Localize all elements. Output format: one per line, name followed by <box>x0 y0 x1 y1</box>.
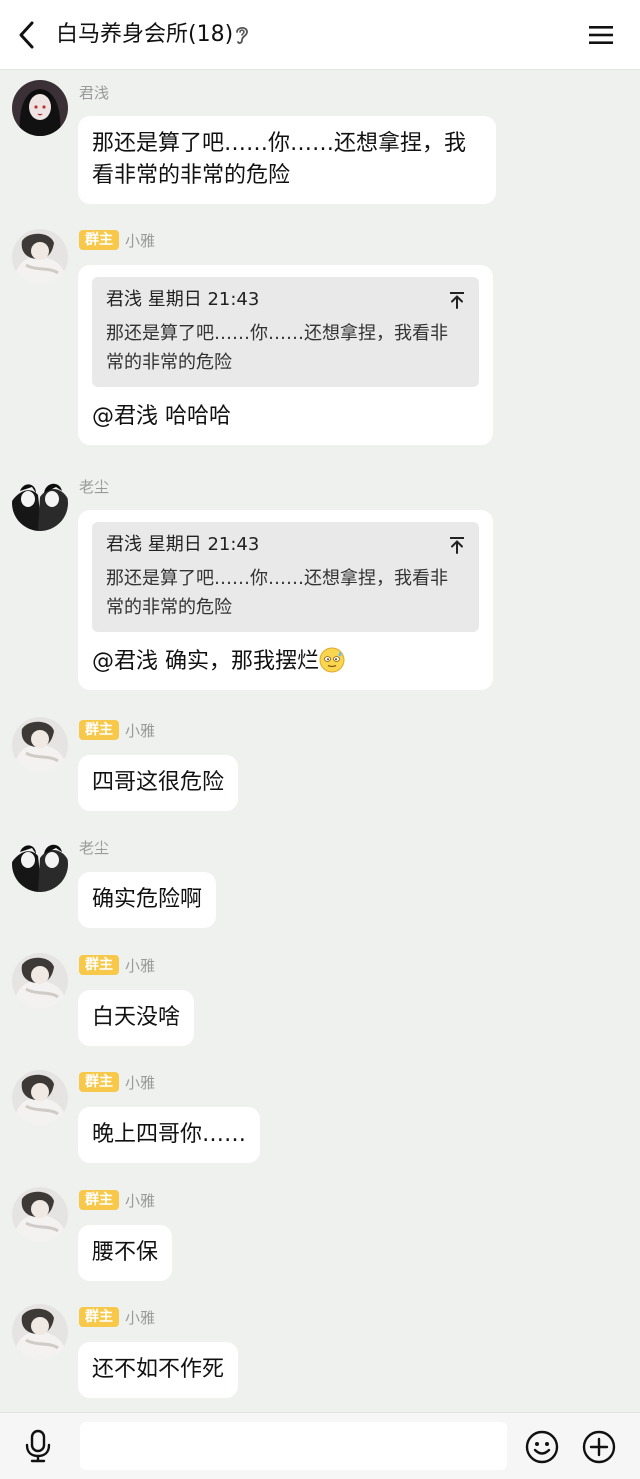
message-bubble[interactable]: 那还是算了吧……你……还想拿捏，我看非常的非常的危险 <box>78 116 496 204</box>
ear-icon <box>236 26 248 44</box>
avatar[interactable] <box>12 717 68 773</box>
message-meta: 群主 小雅 <box>79 719 155 741</box>
sender-name: 小雅 <box>125 231 156 250</box>
sender-name: 老尘 <box>79 838 110 857</box>
message-bubble[interactable]: 还不如不作死 <box>78 1342 239 1398</box>
quote-header: 君浅 星期日 21:43 <box>106 289 260 310</box>
hamburger-menu-icon[interactable] <box>586 20 616 50</box>
sender-name: 老尘 <box>79 477 110 496</box>
quote-header: 君浅 星期日 21:43 <box>106 534 260 555</box>
sender-name: 小雅 <box>125 721 156 740</box>
quoted-message[interactable]: 君浅 星期日 21:43 那还是算了吧……你……还想拿捏，我看非常的非常的危险 <box>92 522 479 632</box>
sender-name: 小雅 <box>125 956 156 975</box>
message-input[interactable] <box>80 1422 507 1470</box>
message-meta: 君浅 <box>79 81 109 103</box>
message-text: 晚上四哥你…… <box>92 1122 247 1147</box>
message-bubble[interactable]: 君浅 星期日 21:43 那还是算了吧……你……还想拿捏，我看非常的非常的危险 … <box>78 510 493 690</box>
message-bubble[interactable]: 确实危险啊 <box>78 872 217 928</box>
avatar[interactable] <box>12 953 68 1009</box>
message-bubble[interactable]: 腰不保 <box>78 1225 173 1281</box>
quote-body: 那还是算了吧……你……还想拿捏，我看非常的非常的危险 <box>106 323 448 373</box>
avatar[interactable] <box>12 229 68 285</box>
jump-to-top-icon[interactable] <box>449 291 465 309</box>
message-text: 还不如不作死 <box>92 1357 225 1382</box>
message-text: 确实危险啊 <box>92 887 203 912</box>
group-owner-badge: 群主 <box>79 720 119 740</box>
message-text: 白天没啥 <box>92 1005 181 1030</box>
avatar[interactable] <box>12 1070 68 1126</box>
back-chevron-icon[interactable] <box>12 18 44 52</box>
microphone-icon[interactable] <box>22 1429 54 1463</box>
input-bar <box>0 1412 640 1479</box>
message-text: 那还是算了吧……你……还想拿捏，我看非常的非常的危险 <box>92 131 467 188</box>
message-bubble[interactable]: 四哥这很危险 <box>78 755 239 811</box>
avatar[interactable] <box>12 80 68 136</box>
message-meta: 群主 小雅 <box>79 229 155 251</box>
message-bubble[interactable]: 君浅 星期日 21:43 那还是算了吧……你……还想拿捏，我看非常的非常的危险 … <box>78 265 493 445</box>
group-owner-badge: 群主 <box>79 955 119 975</box>
message-bubble[interactable]: 白天没啥 <box>78 990 195 1046</box>
group-owner-badge: 群主 <box>79 1190 119 1210</box>
message-text: @君浅 确实，那我摆烂 <box>92 649 319 674</box>
sender-name: 小雅 <box>125 1191 156 1210</box>
message-text: 腰不保 <box>92 1240 159 1265</box>
sender-name: 小雅 <box>125 1308 156 1327</box>
group-owner-badge: 群主 <box>79 1072 119 1092</box>
sender-name: 小雅 <box>125 1073 156 1092</box>
chat-header: 白马养身会所(18) <box>0 0 640 70</box>
avatar[interactable] <box>12 475 68 531</box>
chat-title: 白马养身会所(18) <box>56 22 234 47</box>
message-meta: 群主 小雅 <box>79 1306 155 1328</box>
sender-name: 君浅 <box>79 83 110 102</box>
message-meta: 群主 小雅 <box>79 1071 155 1093</box>
smiley-icon[interactable] <box>525 1430 559 1464</box>
avatar[interactable] <box>12 1304 68 1360</box>
message-meta: 群主 小雅 <box>79 1189 155 1211</box>
message-text: 四哥这很危险 <box>92 770 225 795</box>
message-feed[interactable]: 君浅 那还是算了吧……你……还想拿捏，我看非常的非常的危险 群主 小雅 君浅 星… <box>0 70 640 1412</box>
message-bubble[interactable]: 晚上四哥你…… <box>78 1107 261 1163</box>
quote-body: 那还是算了吧……你……还想拿捏，我看非常的非常的危险 <box>106 568 448 618</box>
quoted-message[interactable]: 君浅 星期日 21:43 那还是算了吧……你……还想拿捏，我看非常的非常的危险 <box>92 277 479 387</box>
jump-to-top-icon[interactable] <box>449 536 465 554</box>
group-owner-badge: 群主 <box>79 1307 119 1327</box>
message-text: @君浅 哈哈哈 <box>92 404 231 429</box>
avatar[interactable] <box>12 836 68 892</box>
message-meta: 老尘 <box>79 836 109 858</box>
message-meta: 群主 小雅 <box>79 954 155 976</box>
message-meta: 老尘 <box>79 475 109 497</box>
avatar[interactable] <box>12 1187 68 1243</box>
plus-circle-icon[interactable] <box>582 1430 616 1464</box>
sweat-smile-emoji-icon <box>319 647 345 673</box>
group-owner-badge: 群主 <box>79 230 119 250</box>
